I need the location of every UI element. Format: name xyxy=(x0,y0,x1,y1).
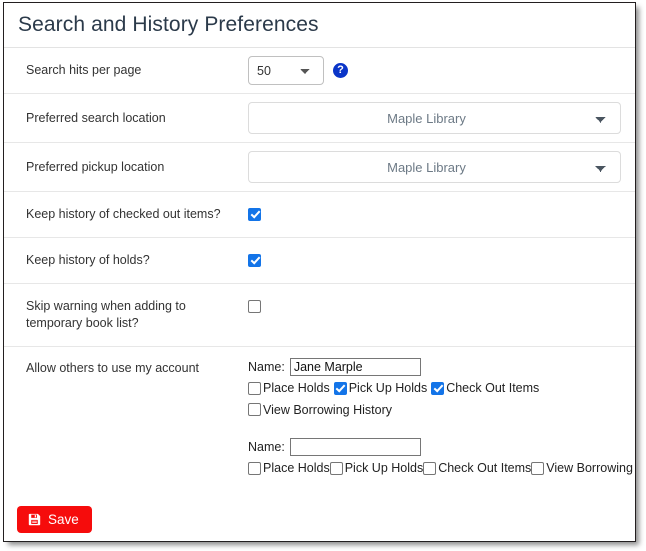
row-preferred-pickup-location: Preferred pickup location Maple Library xyxy=(4,142,635,192)
save-button-label: Save xyxy=(48,511,79,527)
label-preferred-search-location: Preferred search location xyxy=(4,93,248,143)
permission-option-place-holds[interactable]: Place Holds xyxy=(248,460,330,476)
permission-checkbox-place-holds[interactable] xyxy=(248,381,261,395)
permission-label: Pick Up Holds xyxy=(348,381,428,395)
permission-option-place-holds[interactable]: Place Holds xyxy=(248,380,330,396)
label-skip-warning: Skip warning when adding to temporary bo… xyxy=(4,283,248,347)
preferences-panel: Search and History Preferences Search hi… xyxy=(3,2,636,542)
permission-option-pick-up-holds[interactable]: Pick Up Holds xyxy=(329,460,424,476)
permission-label: Check Out Items xyxy=(446,381,540,395)
permission-option-pick-up-holds[interactable]: Pick Up Holds xyxy=(333,380,428,396)
preferred-search-location-select[interactable]: Maple Library xyxy=(248,102,621,134)
allow-others-permissions-line-1a: Place Holds Pick Up Holds Check Out Items xyxy=(248,380,621,399)
help-icon[interactable]: ? xyxy=(333,63,348,78)
permission-label: Place Holds xyxy=(263,461,330,475)
skip-warning-checkbox[interactable] xyxy=(248,300,261,314)
allow-others-block-1: Name: Place Holds Pick Up Holds Check Out … xyxy=(248,356,621,420)
permission-label: Pick Up Holds xyxy=(344,461,424,475)
row-skip-warning: Skip warning when adding to temporary bo… xyxy=(4,283,635,347)
allow-others-permissions-line-1b: View Borrowing History xyxy=(248,402,621,421)
permission-checkbox-check-out-items[interactable] xyxy=(431,381,445,395)
permission-option-check-out-items[interactable]: Check Out Items xyxy=(431,380,539,396)
row-search-hits-per-page: Search hits per page 102050100 ? xyxy=(4,47,635,94)
search-hits-per-page-select[interactable]: 102050100 xyxy=(248,56,324,85)
preferences-table: Search hits per page 102050100 ? Preferr… xyxy=(4,47,635,494)
permission-checkbox-place-holds[interactable] xyxy=(248,461,261,475)
allow-others-block-2: Name: Place Holds Pick Up Holds Check Out … xyxy=(248,436,635,479)
label-search-hits-per-page: Search hits per page xyxy=(4,47,248,94)
name-label-1: Name: xyxy=(248,360,285,374)
row-allow-others: Allow others to use my account Name: Pla… xyxy=(4,346,635,494)
permission-option-check-out-items[interactable]: Check Out Items xyxy=(423,460,531,476)
permission-checkbox-view-borrowing-history[interactable] xyxy=(531,461,545,475)
preferred-pickup-location-select[interactable]: Maple Library xyxy=(248,151,621,183)
permission-label: Place Holds xyxy=(263,381,330,395)
label-keep-holds-history: Keep history of holds? xyxy=(4,237,248,284)
permission-label: View Borrowing History xyxy=(263,402,392,417)
allow-others-name-input-1[interactable] xyxy=(289,358,421,376)
save-floppy-icon xyxy=(28,513,41,526)
permission-label: View Borrowing History xyxy=(546,461,635,475)
permission-checkbox-view-borrowing-history[interactable] xyxy=(248,403,261,416)
permission-option-view-borrowing-history[interactable]: View Borrowing History xyxy=(531,460,635,476)
permission-option-view-borrowing-history[interactable]: View Borrowing History xyxy=(248,402,392,418)
allow-others-name-input-2[interactable] xyxy=(289,438,421,456)
name-label-2: Name: xyxy=(248,440,285,454)
footer-note: Ensure your account has a valid email ad… xyxy=(4,539,635,542)
permission-label: Check Out Items xyxy=(438,461,532,475)
permission-checkbox-check-out-items[interactable] xyxy=(423,461,437,475)
label-preferred-pickup-location: Preferred pickup location xyxy=(4,142,248,192)
label-keep-checkout-history: Keep history of checked out items? xyxy=(4,191,248,238)
keep-holds-history-checkbox[interactable] xyxy=(248,253,261,267)
permission-checkbox-pick-up-holds[interactable] xyxy=(333,381,347,395)
label-allow-others: Allow others to use my account xyxy=(4,346,248,494)
row-keep-holds-history: Keep history of holds? xyxy=(4,237,635,284)
page-title: Search and History Preferences xyxy=(18,13,319,36)
allow-others-permissions-line-2a: Place Holds Pick Up Holds Check Out Items V… xyxy=(248,460,635,479)
save-button[interactable]: Save xyxy=(17,505,92,533)
keep-checkout-history-checkbox[interactable] xyxy=(248,207,261,221)
row-keep-checkout-history: Keep history of checked out items? xyxy=(4,191,635,238)
row-preferred-search-location: Preferred search location Maple Library xyxy=(4,93,635,143)
permission-checkbox-pick-up-holds[interactable] xyxy=(329,461,343,475)
